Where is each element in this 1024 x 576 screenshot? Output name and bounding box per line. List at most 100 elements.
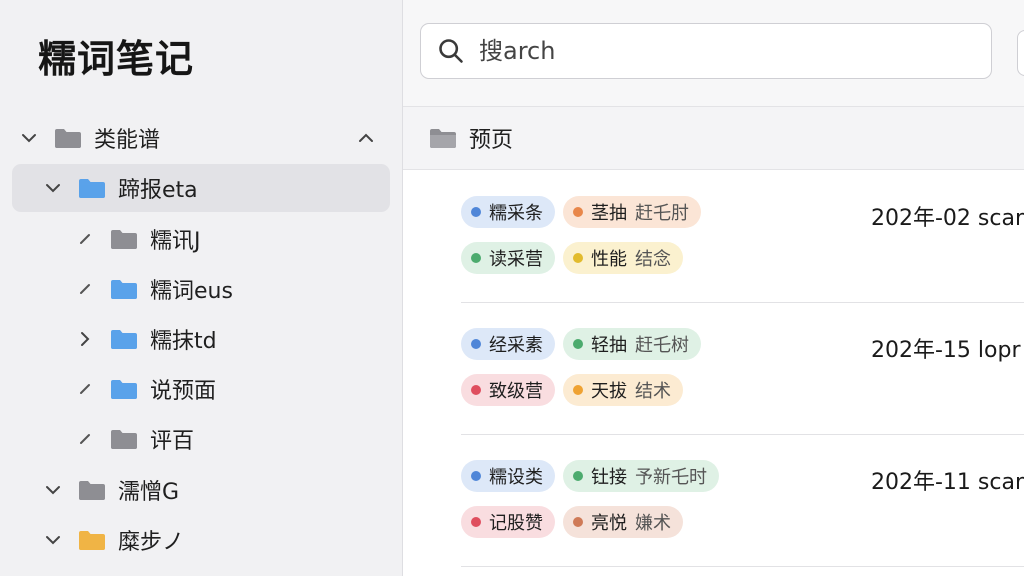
tag-row: 致级营 天拔 结术	[461, 374, 683, 406]
sidebar: 糯词笔记 类能谱蹄报eta 糯讯J 糯词eus 糯抹td 说预面评百濡憎G 糜步ノ	[0, 0, 403, 576]
sidebar-folder-item[interactable]: 蹄报eta	[12, 164, 390, 212]
tag-chip[interactable]: 读采营	[461, 242, 555, 274]
tag-dot	[573, 385, 583, 395]
tag-chip[interactable]: 性能 结念	[563, 242, 683, 274]
sidebar-folder-item[interactable]: 说预面	[12, 365, 390, 413]
tag-sub-label: 赶乇肘	[635, 203, 689, 224]
sidebar-folder-item[interactable]: 糯讯J	[12, 215, 390, 263]
sidebar-folder-item[interactable]: 糯抹td	[12, 315, 390, 363]
search-icon	[439, 39, 463, 63]
folder-icon	[111, 430, 137, 449]
tag-label: 茎抽	[591, 203, 627, 224]
tag-label: 读采营	[489, 249, 543, 270]
folder-icon	[111, 330, 137, 349]
sidebar-folder-item[interactable]: 濡憎G	[12, 466, 390, 514]
sidebar-folder-item[interactable]: 评百	[12, 415, 390, 463]
tag-label: 糯采条	[489, 203, 543, 224]
sidebar-folder-label: 糯讯J	[150, 229, 201, 254]
tag-sub-label: 予新乇时	[635, 467, 707, 488]
tag-label: 经采素	[489, 335, 543, 356]
tag-chip[interactable]: 经采素	[461, 328, 555, 360]
tag-row: 糯设类 钍接 予新乇时	[461, 460, 719, 492]
main-panel: 预页 糯采条茎抽赶乇肘读采营性能结念202年-02 scan经采素轻抽赶乇树致级…	[403, 0, 1024, 576]
tag-row: 记股赞 亮悦 嫌术	[461, 506, 683, 538]
tag-dot	[573, 471, 583, 481]
tag-label: 天拔	[591, 381, 627, 402]
chevron-up-icon[interactable]	[354, 126, 378, 150]
tag-dot	[471, 471, 481, 481]
note-item[interactable]: 糯设类 钍接 予新乇时 记股赞 亮悦 嫌术 202年-11 scan	[461, 434, 1024, 567]
tag-chip[interactable]: 亮悦 嫌术	[563, 506, 683, 538]
top-bar	[403, 0, 1024, 107]
sidebar-folder-label: 糜步ノ	[118, 530, 185, 555]
folder-icon	[79, 179, 105, 198]
sidebar-folder-label: 糯词eus	[150, 279, 233, 304]
tag-dot	[573, 517, 583, 527]
sidebar-folder-label: 类能谱	[94, 128, 161, 153]
sidebar-folder-item[interactable]: 糯词eus	[12, 265, 390, 313]
note-date: 202年-02 scan	[871, 206, 1024, 231]
tag-chip[interactable]: 糯采条	[461, 196, 555, 228]
breadcrumb-label[interactable]: 预页	[469, 122, 513, 154]
chevron-down-icon[interactable]	[18, 127, 40, 149]
tag-label: 性能	[591, 249, 627, 270]
tag-row: 经采素 轻抽 赶乇树	[461, 328, 701, 360]
tag-chip[interactable]: 记股赞	[461, 506, 555, 538]
toolbar-button[interactable]	[1017, 30, 1024, 76]
sidebar-folder-item[interactable]: 糜步ノ	[12, 516, 390, 564]
chevron-down-icon[interactable]	[42, 529, 64, 551]
breadcrumb: 预页	[403, 107, 1024, 170]
tag-sub-label: 嫌术	[635, 513, 671, 534]
tag-row: 糯采条 茎抽 赶乇肘	[461, 196, 701, 228]
chevron-slash-icon[interactable]	[74, 278, 96, 300]
tag-dot	[471, 385, 481, 395]
folder-icon	[55, 129, 81, 148]
tag-dot	[471, 253, 481, 263]
tag-dot	[573, 339, 583, 349]
folder-icon	[430, 129, 456, 148]
tag-dot	[573, 253, 583, 263]
tag-label: 记股赞	[489, 513, 543, 534]
tag-dot	[573, 207, 583, 217]
sidebar-folder-label: 濡憎G	[118, 480, 180, 505]
tag-label: 致级营	[489, 381, 543, 402]
search-input[interactable]	[477, 36, 981, 66]
tag-sub-label: 结术	[635, 381, 671, 402]
tag-chip[interactable]: 糯设类	[461, 460, 555, 492]
tag-chip[interactable]: 致级营	[461, 374, 555, 406]
folder-icon	[79, 531, 105, 550]
chevron-right-icon[interactable]	[74, 328, 96, 350]
tag-dot	[471, 517, 481, 527]
chevron-down-icon[interactable]	[42, 177, 64, 199]
chevron-down-icon[interactable]	[42, 479, 64, 501]
tag-sub-label: 结念	[635, 249, 671, 270]
chevron-slash-icon[interactable]	[74, 228, 96, 250]
tag-row: 读采营 性能 结念	[461, 242, 683, 274]
chevron-slash-icon[interactable]	[74, 378, 96, 400]
search-box[interactable]	[420, 23, 992, 79]
tag-dot	[471, 339, 481, 349]
folder-icon	[111, 380, 137, 399]
tag-chip[interactable]: 天拔 结术	[563, 374, 683, 406]
note-item[interactable]: 糯采条 茎抽 赶乇肘 读采营 性能 结念 202年-02 scan	[461, 170, 1024, 303]
sidebar-folder-item[interactable]: 类能谱	[12, 114, 390, 162]
note-item[interactable]: 经采素 轻抽 赶乇树 致级营 天拔 结术 202年-15 lopr	[461, 302, 1024, 435]
tag-chip[interactable]: 茎抽 赶乇肘	[563, 196, 701, 228]
tag-label: 轻抽	[591, 335, 627, 356]
chevron-slash-icon[interactable]	[74, 428, 96, 450]
tag-chip[interactable]: 钍接 予新乇时	[563, 460, 719, 492]
note-date: 202年-15 lopr	[871, 338, 1021, 363]
folder-icon	[111, 230, 137, 249]
folder-icon	[111, 280, 137, 299]
tag-label: 亮悦	[591, 513, 627, 534]
tag-chip[interactable]: 轻抽 赶乇树	[563, 328, 701, 360]
sidebar-folder-label: 评百	[150, 429, 195, 454]
sidebar-folder-label: 蹄报eta	[118, 178, 198, 203]
tag-sub-label: 赶乇树	[635, 335, 689, 356]
tag-label: 钍接	[591, 467, 627, 488]
tag-dot	[471, 207, 481, 217]
app-title: 糯词笔记	[38, 37, 195, 81]
sidebar-folder-label: 糯抹td	[150, 329, 217, 354]
note-list: 糯采条 茎抽 赶乇肘 读采营 性能 结念 202年-02 scan 经采素 轻抽 赶乇树 致级营 天拔…	[403, 170, 1024, 576]
folder-icon	[79, 481, 105, 500]
